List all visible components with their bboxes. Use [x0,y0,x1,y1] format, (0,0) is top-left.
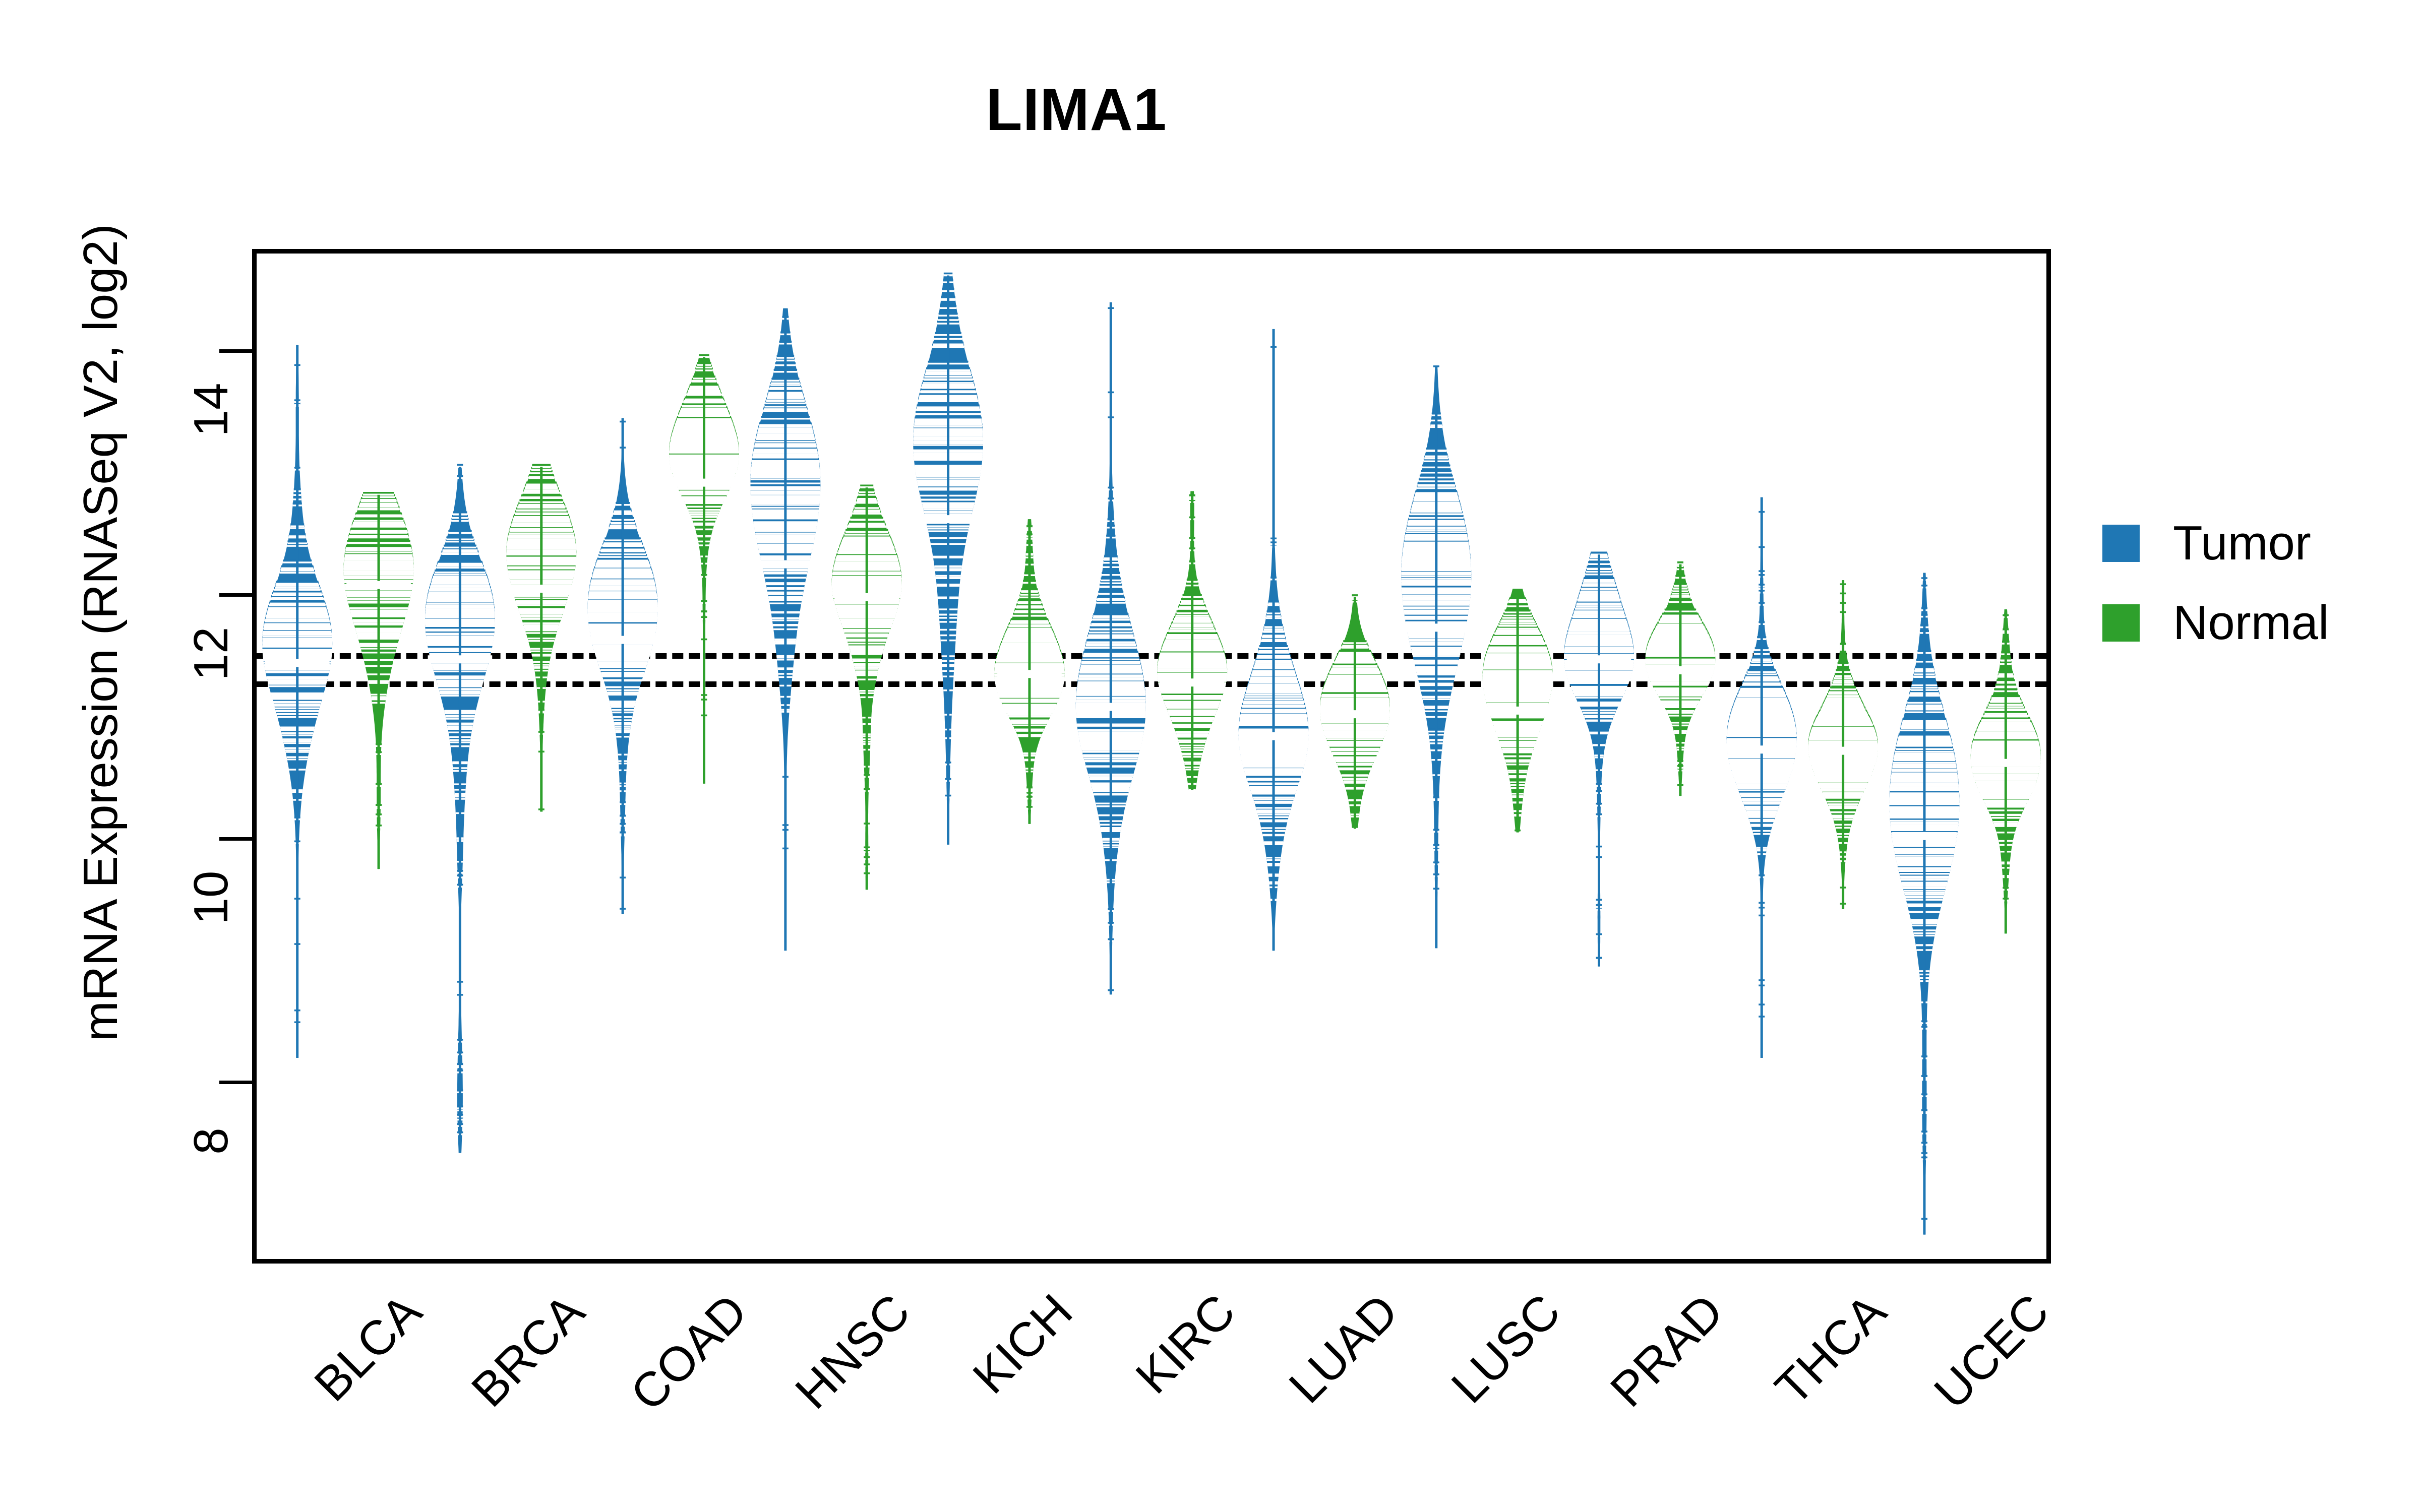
x-tick-label-thca: THCA [1765,1284,1897,1416]
bean-tumor-hnsc [750,308,821,951]
legend-label-tumor: Tumor [2173,516,2311,570]
bean-tumor-ucec [1889,573,1960,1235]
bean-tumor-brca [425,464,495,1153]
x-tick-label-lusc: LUSC [1441,1284,1571,1414]
bean-tumor-blca [262,345,333,1058]
x-tick-label-hnsc: HNSC [784,1284,920,1419]
beanplot-canvas [262,272,2041,1235]
bean-tumor-thca [1726,497,1797,1058]
x-tick-label-kirc: KIRC [1125,1284,1246,1404]
bean-normal-thca [1808,580,1878,909]
legend-item-normal: Normal [2102,599,2329,647]
y-tick-label-8: 8 [184,1127,238,1155]
y-tick-label-12: 12 [184,626,238,681]
legend-item-tumor: Tumor [2102,519,2329,568]
bean-normal-luad [1320,594,1390,830]
bean-normal-coad [669,354,739,784]
bean-tumor-lusc [1401,365,1472,949]
bean-normal-brca [506,464,577,812]
bean-tumor-kirc [1075,302,1146,995]
x-tick-label-ucec: UCEC [1923,1284,2059,1419]
chart-title: LIMA1 [986,77,1167,143]
legend-label-normal: Normal [2173,596,2329,650]
bean-normal-kich [994,519,1065,824]
x-tick-label-coad: COAD [620,1284,758,1421]
x-tick-label-luad: LUAD [1279,1284,1409,1414]
bean-normal-ucec [1970,609,2041,934]
bean-normal-lusc [1482,589,1553,834]
bean-normal-prad [1645,561,1716,796]
bean-tumor-kich [913,272,983,845]
legend-swatch-normal [2102,604,2140,642]
bean-normal-kirc [1157,491,1228,791]
legend: Tumor Normal [2102,519,2329,678]
y-tick-label-10: 10 [184,870,238,925]
bean-normal-hnsc [831,484,902,890]
x-tick-label-brca: BRCA [461,1284,595,1417]
bean-normal-blca [343,492,414,869]
plot-frame: 8 10 12 14 [184,249,2051,1264]
legend-swatch-tumor [2102,525,2140,562]
bean-tumor-coad [587,418,658,914]
bean-tumor-prad [1564,551,1634,967]
x-tick-label-kich: KICH [962,1284,1083,1404]
x-tick-label-blca: BLCA [304,1284,432,1412]
bean-tumor-luad [1238,329,1309,951]
y-tick-label-14: 14 [184,383,238,437]
y-axis-label: mRNA Expression (RNASeq V2, log2) [74,224,128,1041]
x-tick-label-prad: PRAD [1600,1284,1734,1417]
